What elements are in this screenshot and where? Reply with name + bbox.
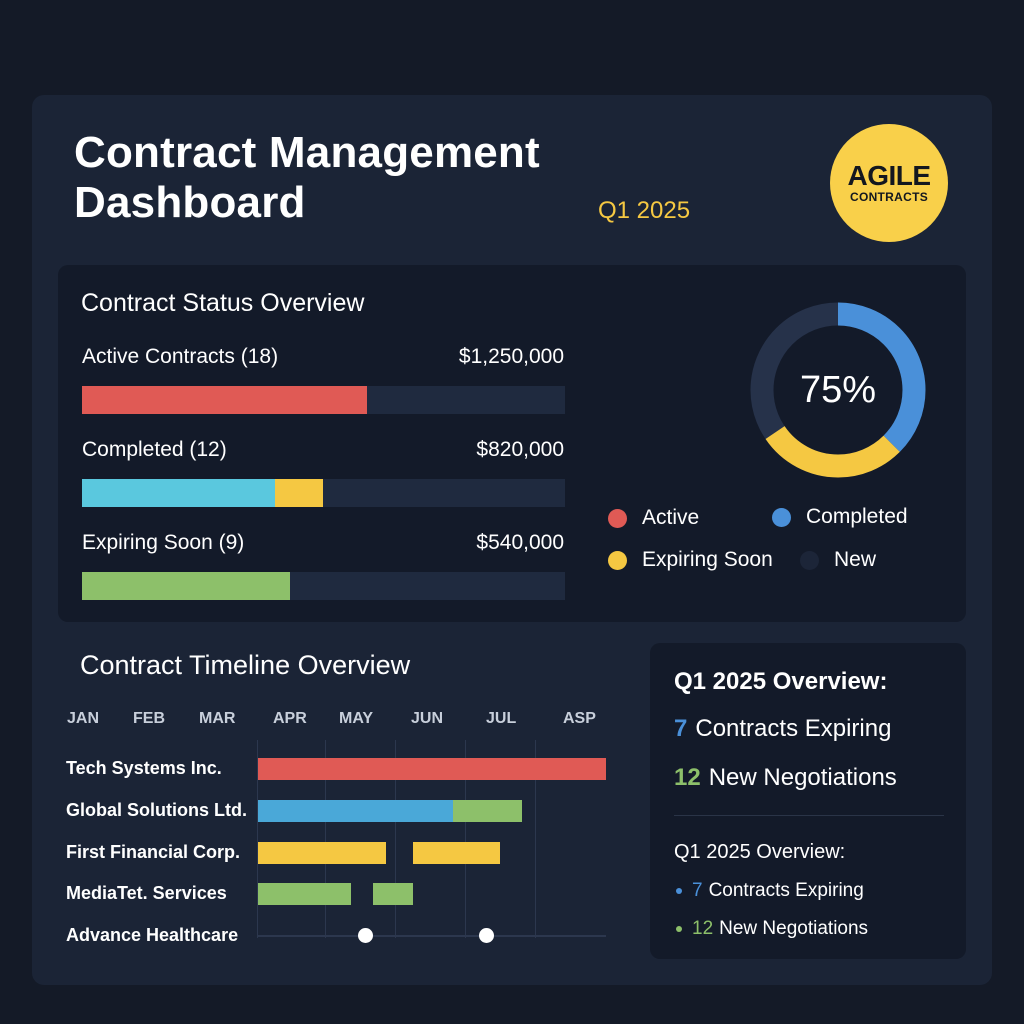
overview-item-negotiations: 12 New Negotiations <box>676 918 868 940</box>
overview-negotiations-count: 12 <box>674 764 701 791</box>
page-title: Contract Management Dashboard <box>74 128 540 228</box>
timeline-bar <box>258 842 386 864</box>
month-may: MAY <box>339 710 374 727</box>
overview-item-expiring-label: Contracts Expiring <box>708 880 864 901</box>
overview-item-expiring: 7 Contracts Expiring <box>676 880 864 902</box>
timeline-bar <box>453 800 522 822</box>
overview-negotiations-label: New Negotiations <box>708 764 897 791</box>
overview-item-expiring-count: 7 <box>692 880 703 901</box>
completed-expiring-fill <box>275 479 323 507</box>
milestone-marker <box>479 928 494 943</box>
overview-item-negotiations-label: New Negotiations <box>719 918 869 939</box>
overview-expiring-count: 7 <box>674 715 688 742</box>
timeline-bar <box>258 800 453 822</box>
timeline-row-label: Tech Systems Inc. <box>66 758 222 778</box>
overview-negotiations: 12 New Negotiations <box>674 764 897 792</box>
status-label-expiring: Expiring Soon (9) <box>82 531 245 554</box>
legend-new: New <box>800 548 876 572</box>
timeline-row-label: Global Solutions Ltd. <box>66 800 247 820</box>
month-jul: JUL <box>486 710 517 727</box>
status-bar-expiring <box>82 572 565 600</box>
month-feb: FEB <box>133 710 165 727</box>
status-amount-expiring: $540,000 <box>476 531 564 554</box>
completion-donut-chart: 75% <box>750 302 926 478</box>
agile-contracts-logo: AGILE CONTRACTS <box>830 124 948 242</box>
timeline-row-label: First Financial Corp. <box>66 842 241 862</box>
status-amount-active: $1,250,000 <box>458 345 564 368</box>
month-asp: ASP <box>563 710 596 727</box>
logo-main-text: AGILE <box>847 160 931 191</box>
milestone-marker <box>358 928 373 943</box>
legend-label-new: New <box>834 548 877 571</box>
status-heading: Contract Status Overview <box>81 289 365 317</box>
timeline-row-label: MediaTet. Services <box>66 883 227 903</box>
bullet-icon <box>676 888 682 894</box>
timeline-track <box>258 935 606 937</box>
legend-dot-new <box>800 550 819 570</box>
status-label-active: Active Contracts (18) <box>82 345 279 368</box>
page-title-line-1: Contract Management <box>74 128 540 177</box>
timeline-bar <box>258 883 351 905</box>
overview-divider <box>674 815 944 816</box>
expiring-fill <box>82 572 290 600</box>
timeline-bar <box>373 883 413 905</box>
timeline-row-label: Advance Healthcare <box>66 925 239 945</box>
legend-dot-completed <box>772 507 791 527</box>
overview-expiring: 7 Contracts Expiring <box>674 715 891 743</box>
overview-expiring-label: Contracts Expiring <box>695 715 892 742</box>
timeline-bar <box>258 758 606 780</box>
status-amount-completed: $820,000 <box>476 438 564 461</box>
overview-subtitle: Q1 2025 Overview: <box>674 841 846 863</box>
month-mar: MAR <box>199 710 236 727</box>
month-jun: JUN <box>411 710 444 727</box>
status-bar-active <box>82 386 565 414</box>
completed-fill <box>82 479 275 507</box>
logo-sub-text: CONTRACTS <box>849 190 929 204</box>
bullet-icon <box>676 926 682 932</box>
period-label: Q1 2025 <box>598 197 691 224</box>
legend-active: Active <box>608 506 699 530</box>
month-jan: JAN <box>67 710 100 727</box>
timeline-bar <box>413 842 500 864</box>
month-apr: APR <box>273 710 307 727</box>
donut-percent: 75% <box>799 368 877 411</box>
legend-label-active: Active <box>642 506 700 529</box>
overview-title: Q1 2025 Overview: <box>674 668 888 695</box>
legend-dot-expiring <box>608 550 627 570</box>
legend-label-expiring: Expiring Soon <box>642 548 773 571</box>
status-bar-completed <box>82 479 565 507</box>
active-fill <box>82 386 367 414</box>
status-label-completed: Completed (12) <box>82 438 227 461</box>
legend-expiring: Expiring Soon <box>608 548 773 572</box>
timeline-heading: Contract Timeline Overview <box>80 650 411 680</box>
page-title-line-2: Dashboard <box>74 178 306 227</box>
overview-item-negotiations-count: 12 <box>692 918 714 939</box>
legend-completed: Completed <box>772 505 908 529</box>
legend-dot-active <box>608 508 627 528</box>
legend-label-completed: Completed <box>806 505 908 528</box>
